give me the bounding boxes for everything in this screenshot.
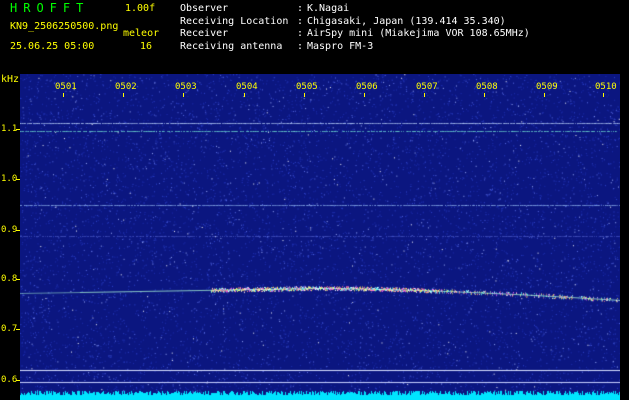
info-row-receiver: Receiver: AirSpy mini (Miakejima VOR 108.… — [180, 28, 530, 41]
spectrogram-canvas — [20, 74, 620, 400]
info-key: Receiving antenna — [180, 40, 283, 52]
mode-label: meleor — [123, 28, 160, 39]
time-tick — [123, 93, 124, 97]
version-label: 1.00f — [125, 3, 156, 14]
frequency-tick-label: 1.0 — [1, 174, 18, 184]
time-tick — [424, 93, 425, 97]
frequency-tick-label: 0.6 — [1, 375, 18, 385]
time-tick — [544, 93, 545, 97]
time-tick — [244, 93, 245, 97]
observation-info: Observer: K.Nagai Receiving Location: Chig… — [180, 3, 530, 53]
time-label: 0505 — [296, 82, 318, 92]
time-label: 0510 — [595, 82, 617, 92]
time-label: 0501 — [55, 82, 77, 92]
info-row-observer: Observer: K.Nagai — [180, 3, 530, 16]
info-value: K.Nagai — [307, 3, 350, 14]
info-value: Chigasaki, Japan (139.414 35.340) — [307, 15, 506, 27]
info-value: AirSpy mini (Miakejima VOR 108.65MHz) — [307, 28, 530, 39]
time-label: 0509 — [536, 82, 558, 92]
info-key: Receiver — [180, 28, 229, 39]
app-title: HROFFT — [10, 1, 90, 15]
info-separator: : — [297, 28, 304, 39]
time-label: 0502 — [115, 82, 137, 92]
time-label: 0504 — [236, 82, 258, 92]
datetime-label: 25.06.25 05:00 — [10, 41, 95, 52]
frequency-tick-label: 0.7 — [1, 324, 18, 334]
time-label: 0508 — [476, 82, 498, 92]
info-separator: : — [297, 40, 304, 52]
time-tick — [484, 93, 485, 97]
info-separator: : — [297, 3, 304, 14]
time-label: 0506 — [356, 82, 378, 92]
time-tick — [364, 93, 365, 97]
time-tick — [183, 93, 184, 97]
time-label: 0503 — [175, 82, 197, 92]
frequency-axis — [0, 74, 20, 400]
frequency-tick-label: 1.1 — [1, 124, 18, 134]
info-key: Observer — [180, 3, 229, 14]
time-tick — [63, 93, 64, 97]
info-value: Maspro FM-3 — [307, 40, 374, 52]
time-label: 0507 — [416, 82, 438, 92]
frequency-tick-label: 0.8 — [1, 274, 18, 284]
info-row-location: Receiving Location: Chigasaki, Japan (139… — [180, 16, 530, 29]
frequency-unit-label: kHz — [1, 74, 20, 85]
info-row-antenna: Receiving antenna: Maspro FM-3 — [180, 41, 530, 54]
header-panel: HROFFT 1.00f KN9_2506250500.png meleor 1… — [0, 0, 629, 74]
info-separator: : — [297, 15, 304, 27]
spectrogram-plot — [20, 74, 620, 400]
filename-label: KN9_2506250500.png — [10, 21, 119, 32]
info-key: Receiving Location — [180, 15, 289, 27]
count-label: 16 — [140, 41, 153, 52]
time-tick — [603, 93, 604, 97]
frequency-tick-label: 0.9 — [1, 225, 18, 235]
time-tick — [304, 93, 305, 97]
